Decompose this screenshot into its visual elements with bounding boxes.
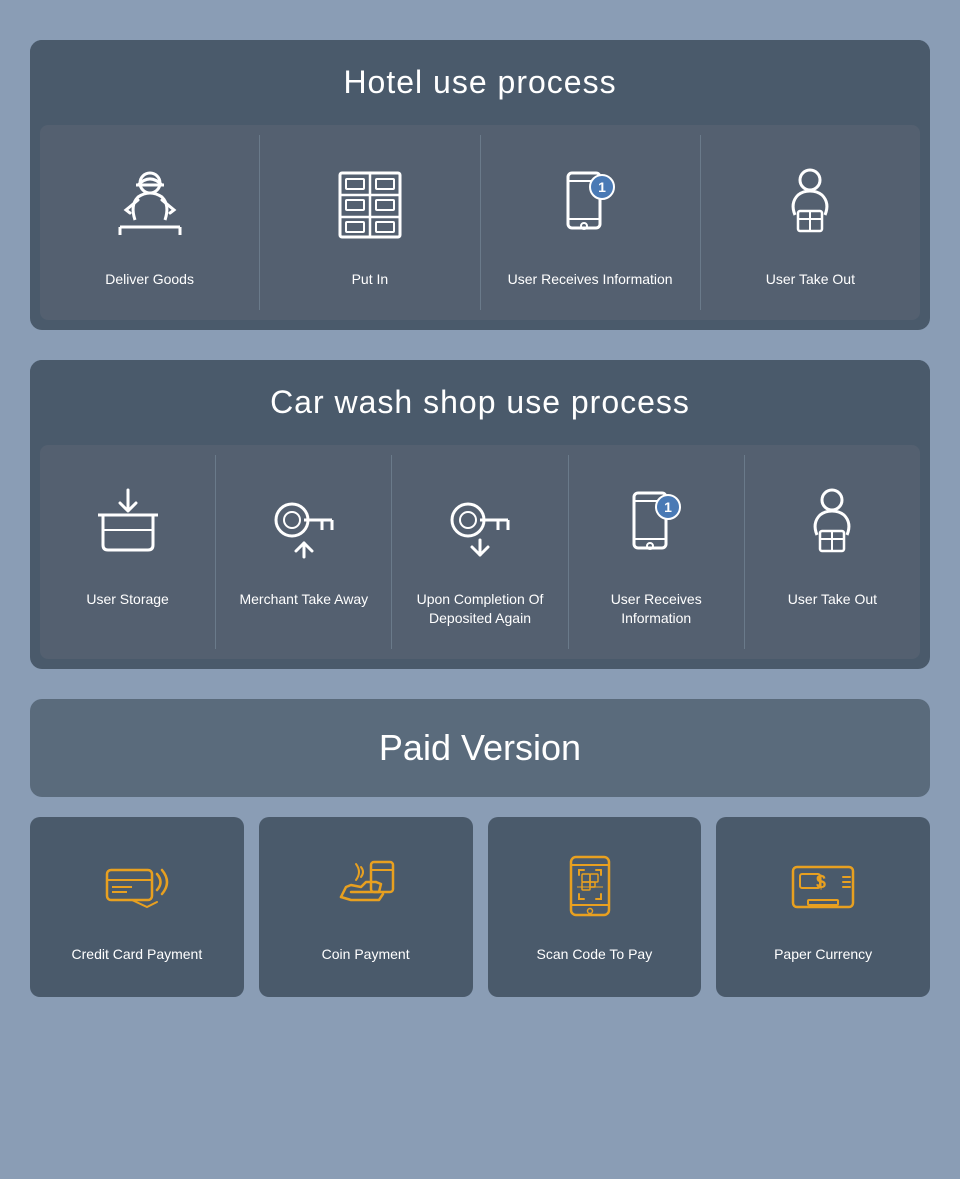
carwash-takeout-label: User Take Out	[788, 590, 877, 610]
paper-currency-label: Paper Currency	[774, 945, 872, 965]
deposit-label: Upon Completion Of Deposited Again	[402, 590, 557, 629]
key-up-icon	[254, 475, 354, 575]
carwash-item-deposit: Upon Completion Of Deposited Again	[392, 455, 568, 649]
carwash-header: Car wash shop use process	[30, 360, 930, 445]
put-in-label: Put In	[352, 270, 389, 290]
scan-pay-icon	[554, 847, 634, 927]
paper-currency-icon: $	[783, 847, 863, 927]
paid-item-scan: Scan Code To Pay	[488, 817, 702, 997]
notify-label: User Receives Information	[508, 270, 673, 290]
storage-tray-icon	[78, 475, 178, 575]
carwash-item-takeout: User Take Out	[745, 455, 920, 649]
hotel-item-deliver: Deliver Goods	[40, 135, 260, 310]
put-in-icon	[320, 155, 420, 255]
merchant-takeaway-label: Merchant Take Away	[239, 590, 368, 610]
hotel-item-takeout: User Take Out	[701, 135, 920, 310]
hotel-items: Deliver Goods	[40, 125, 920, 320]
paid-title: Paid Version	[58, 727, 902, 769]
key-down-icon	[430, 475, 530, 575]
paid-section: Paid Version Credit Card	[30, 699, 930, 997]
notify-icon: 1	[540, 155, 640, 255]
paid-item-paper: $ Paper Currency	[716, 817, 930, 997]
hotel-title: Hotel use process	[54, 64, 906, 101]
carwash-item-notify: 1 User Receives Information	[569, 455, 745, 649]
credit-card-icon	[97, 847, 177, 927]
carwash-notify-icon: 1	[606, 475, 706, 575]
coin-payment-label: Coin Payment	[322, 945, 410, 965]
svg-text:1: 1	[598, 179, 606, 195]
takeout-label: User Take Out	[766, 270, 855, 290]
hotel-item-putin: Put In	[260, 135, 480, 310]
carwash-items: User Storage Merchant Take Away	[40, 445, 920, 659]
storage-label: User Storage	[86, 590, 168, 610]
takeout-icon	[760, 155, 860, 255]
credit-card-label: Credit Card Payment	[72, 945, 203, 965]
carwash-item-merchant: Merchant Take Away	[216, 455, 392, 649]
carwash-title: Car wash shop use process	[54, 384, 906, 421]
hotel-item-notify: 1 User Receives Information	[481, 135, 701, 310]
carwash-takeout-icon	[782, 475, 882, 575]
scan-pay-label: Scan Code To Pay	[537, 945, 653, 965]
paid-header: Paid Version	[30, 699, 930, 797]
paid-items: Credit Card Payment Coin Payment	[30, 817, 930, 997]
paid-item-credit-card: Credit Card Payment	[30, 817, 244, 997]
paid-item-coin: Coin Payment	[259, 817, 473, 997]
coin-payment-icon	[326, 847, 406, 927]
hotel-header: Hotel use process	[30, 40, 930, 125]
carwash-item-storage: User Storage	[40, 455, 216, 649]
svg-text:$: $	[816, 872, 826, 892]
carwash-notify-label: User Receives Information	[579, 590, 734, 629]
svg-text:1: 1	[664, 499, 672, 515]
hotel-section: Hotel use process	[30, 40, 930, 330]
deliver-goods-icon	[100, 155, 200, 255]
deliver-goods-label: Deliver Goods	[105, 270, 194, 290]
carwash-section: Car wash shop use process User Storage	[30, 360, 930, 669]
